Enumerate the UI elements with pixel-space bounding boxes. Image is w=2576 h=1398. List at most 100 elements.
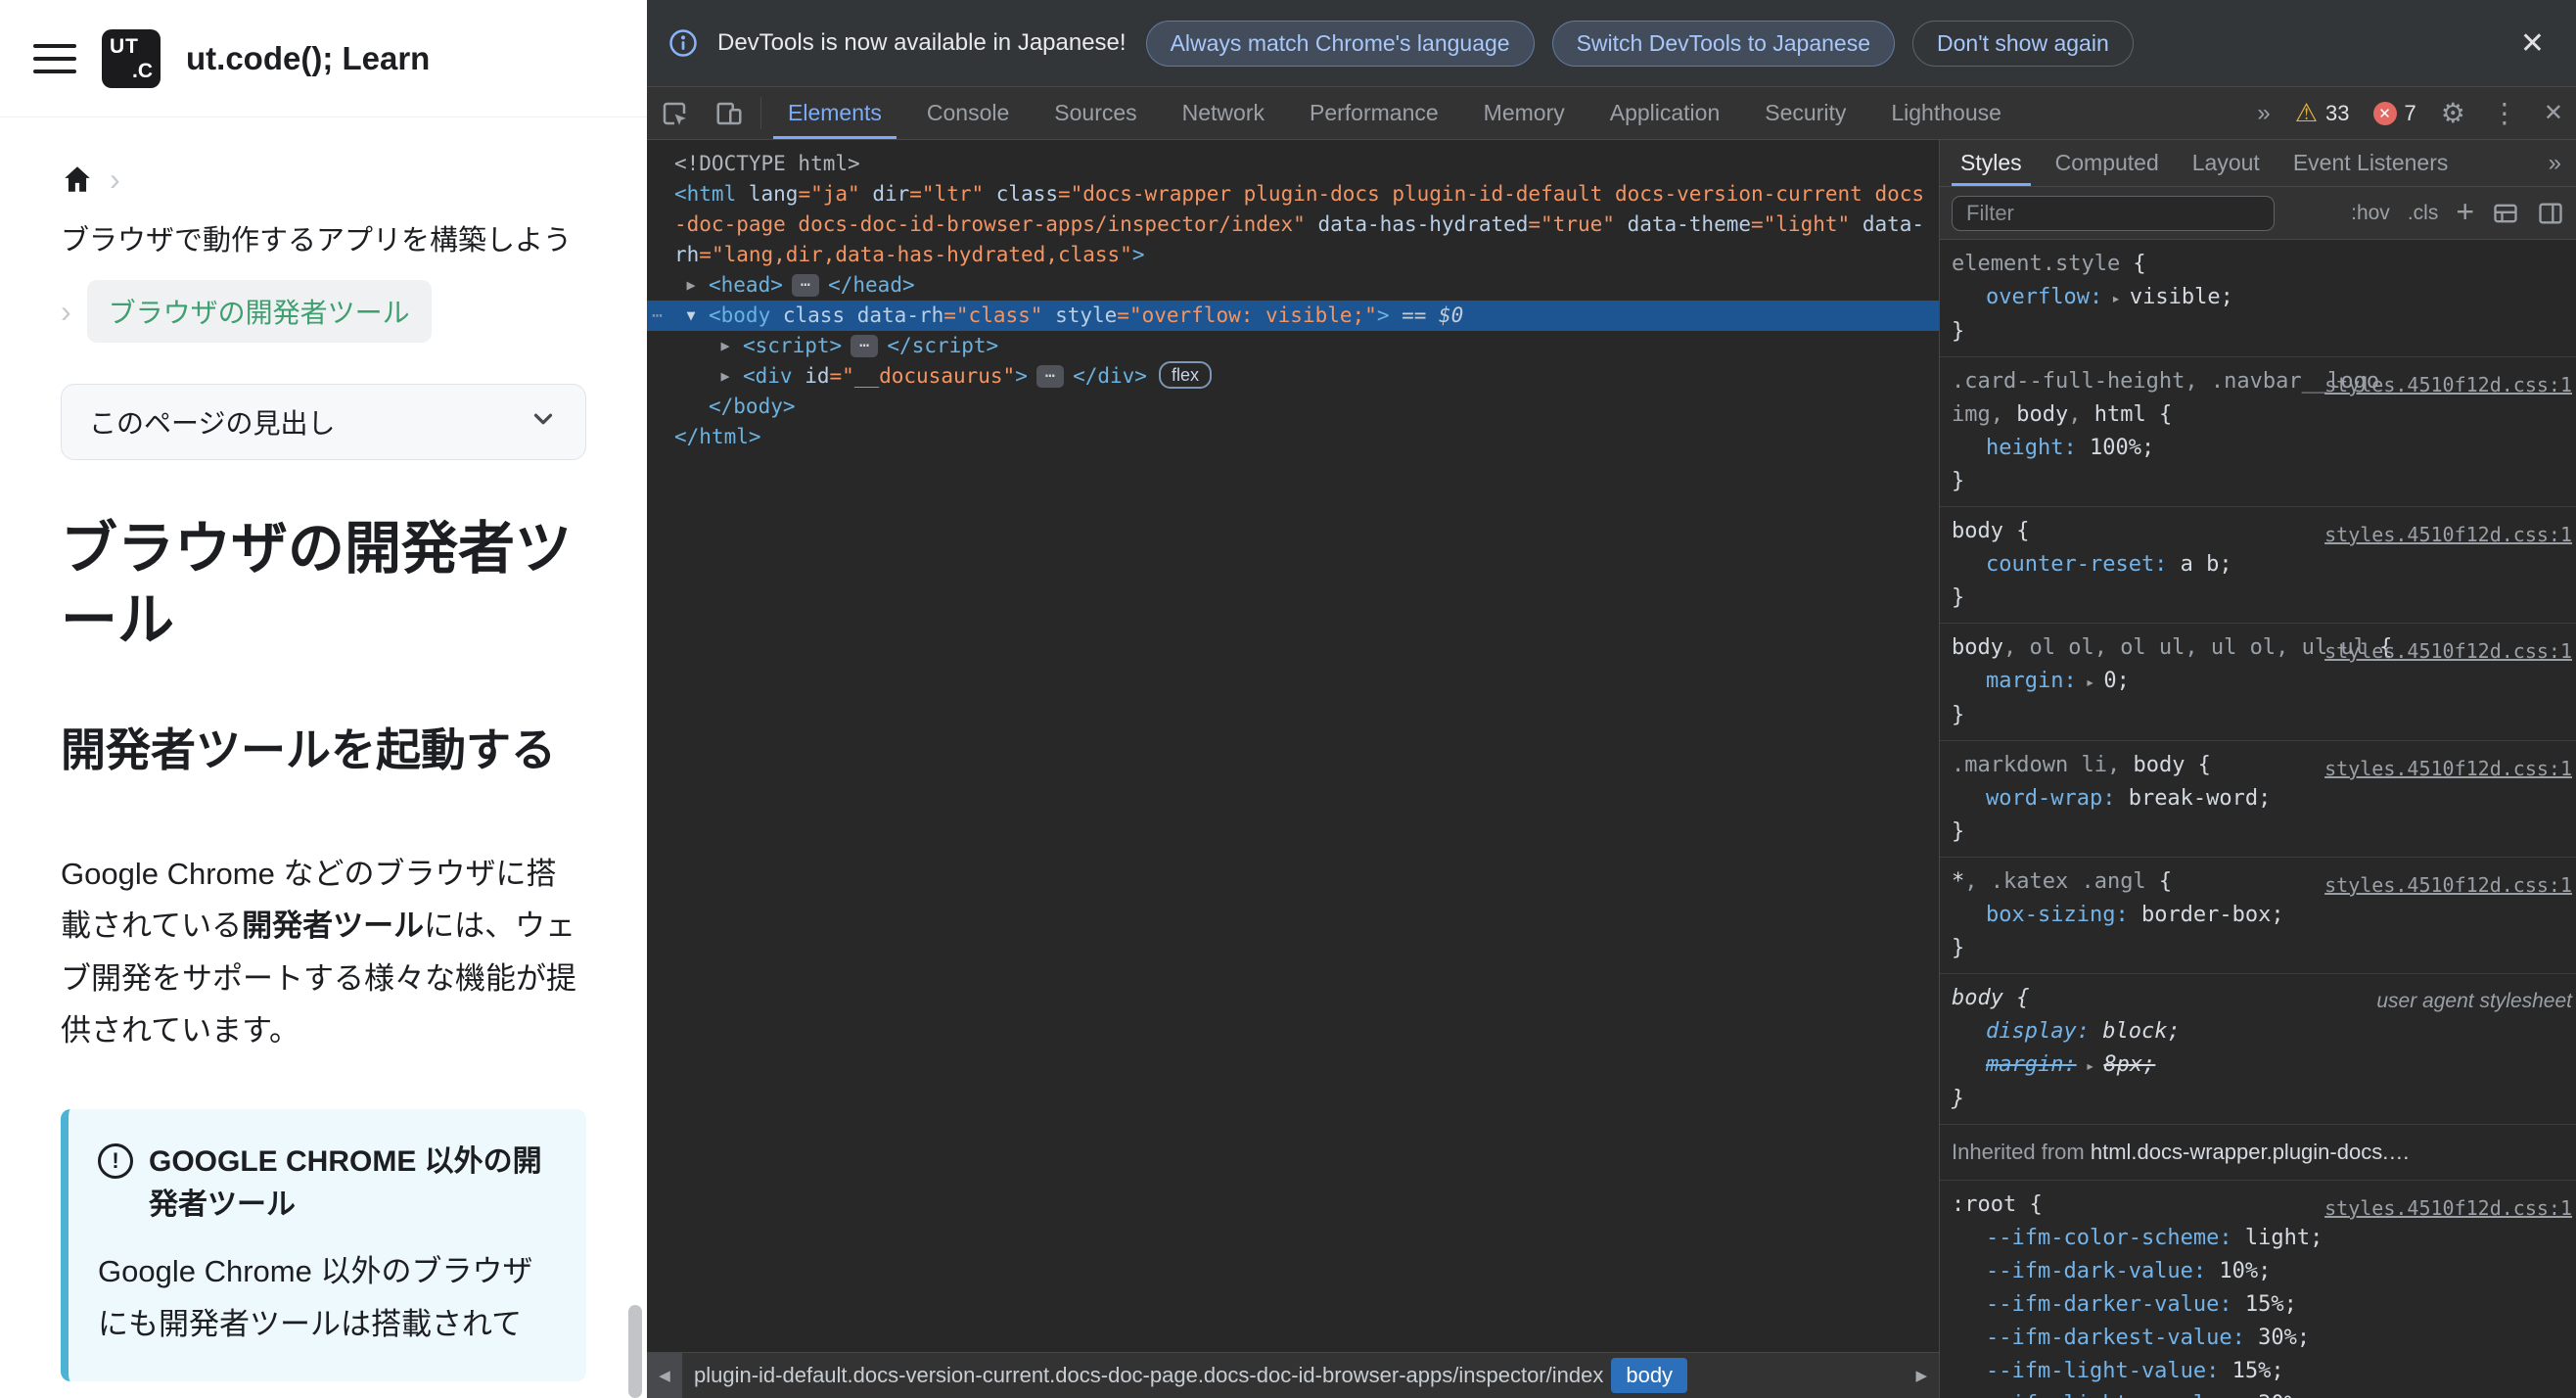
element-classes-button[interactable]: .cls — [2408, 202, 2439, 225]
dom-tree-node[interactable]: <html lang="ja" dir="ltr" class="docs-wr… — [647, 179, 1939, 270]
css-property[interactable]: height: 100%; — [1952, 432, 2570, 465]
breadcrumb-item-active: ブラウザの開発者ツール — [86, 280, 432, 343]
infobar-button-always-match-chrome-s-language[interactable]: Always match Chrome's language — [1145, 20, 1535, 67]
webpage-panel: UT .C ut.code(); Learn › ブラウザで動作するアプリを構築… — [0, 0, 647, 1398]
inherited-node-link[interactable]: html.docs-wrapper.plugin-docs.… — [2091, 1140, 2410, 1164]
infobar-button-switch-devtools-to-japanese[interactable]: Switch DevTools to Japanese — [1551, 20, 1896, 67]
css-property[interactable]: --ifm-color-scheme: light; — [1952, 1222, 2570, 1255]
dom-tree-node[interactable]: <!DOCTYPE html> — [647, 149, 1939, 179]
toggle-element-state-button[interactable]: :hov — [2351, 202, 2390, 225]
css-rule[interactable]: user agent stylesheet body {display: bloc… — [1940, 974, 2576, 1125]
tab-elements[interactable]: Elements — [765, 87, 904, 139]
styles-tab-computed[interactable]: Computed — [2039, 140, 2176, 186]
site-title[interactable]: ut.code(); Learn — [186, 40, 430, 77]
expand-inline-button[interactable]: ⋯ — [791, 274, 820, 297]
expand-shorthand-icon[interactable]: ▸ — [2111, 289, 2121, 307]
tab-lighthouse[interactable]: Lighthouse — [1868, 87, 2024, 139]
stylesheet-link[interactable]: styles.4510f12d.css:1 — [2324, 868, 2572, 902]
flex-badge[interactable]: flex — [1158, 361, 1212, 389]
dom-tree-node[interactable]: ▶ <head> ⋯ </head> — [647, 270, 1939, 301]
css-property[interactable]: margin: ▸ 0; — [1952, 665, 2570, 699]
css-property[interactable]: --ifm-dark-value: 10%; — [1952, 1255, 2570, 1288]
css-property[interactable]: counter-reset: a b; — [1952, 548, 2570, 582]
css-rule[interactable]: styles.4510f12d.css:1 *, .katex .angl {bo… — [1940, 858, 2576, 974]
styles-filter-input[interactable] — [1952, 195, 2275, 231]
css-property[interactable]: box-sizing: border-box; — [1952, 899, 2570, 932]
css-property[interactable]: --ifm-darker-value: 15%; — [1952, 1288, 2570, 1322]
css-property[interactable]: display: block; — [1952, 1015, 2570, 1048]
styles-tab-event-listeners[interactable]: Event Listeners — [2277, 140, 2465, 186]
infobar-message: DevTools is now available in Japanese! — [717, 29, 1127, 56]
expand-arrow-icon[interactable]: ▶ — [713, 331, 738, 361]
css-rule[interactable]: styles.4510f12d.css:1 .card--full-height,… — [1940, 357, 2576, 507]
tab-console[interactable]: Console — [904, 87, 1032, 139]
warnings-indicator[interactable]: ⚠ 33 — [2283, 87, 2362, 139]
css-rule[interactable]: styles.4510f12d.css:1 body {counter-reset… — [1940, 507, 2576, 624]
css-selector[interactable]: element.style { — [1952, 248, 2570, 281]
devtools-tabbar: Elements Console Sources Network Performance… — [647, 87, 2576, 140]
expand-shorthand-icon[interactable]: ▸ — [2086, 673, 2095, 691]
dom-tree-node[interactable]: ▶ <script> ⋯ </script> — [647, 331, 1939, 361]
crumb-scroll-left-button[interactable]: ◀ — [647, 1353, 682, 1398]
device-toolbar-icon[interactable] — [702, 87, 757, 139]
css-rule[interactable]: styles.4510f12d.css:1:root {--ifm-color-… — [1940, 1181, 2576, 1398]
more-tabs-icon[interactable]: » — [2244, 87, 2282, 139]
css-rule[interactable]: styles.4510f12d.css:1 body, ol ol, ol ul,… — [1940, 624, 2576, 741]
css-property[interactable]: --ifm-darkest-value: 30%; — [1952, 1322, 2570, 1355]
more-tabs-icon[interactable]: » — [2534, 140, 2576, 186]
css-property[interactable]: overflow: ▸ visible; — [1952, 281, 2570, 315]
tab-performance[interactable]: Performance — [1287, 87, 1461, 139]
tab-sources[interactable]: Sources — [1032, 87, 1159, 139]
css-property[interactable]: --ifm-light-value: 15%; — [1952, 1355, 2570, 1388]
styles-tab-layout[interactable]: Layout — [2176, 140, 2277, 186]
css-rule[interactable]: styles.4510f12d.css:1 .markdown li, body … — [1940, 741, 2576, 858]
expand-arrow-icon[interactable]: ▶ — [713, 361, 738, 392]
errors-indicator[interactable]: ✕ 7 — [2362, 87, 2428, 139]
node-path[interactable]: plugin-id-default.docs-version-current.d… — [682, 1363, 1607, 1388]
home-icon[interactable] — [61, 163, 94, 196]
toggle-sidebar-icon[interactable] — [2537, 200, 2564, 227]
scrollbar-thumb[interactable] — [628, 1305, 642, 1398]
close-icon[interactable]: ✕ — [2531, 87, 2576, 139]
tab-application[interactable]: Application — [1587, 87, 1743, 139]
settings-gear-icon[interactable]: ⚙ — [2428, 87, 2478, 139]
crumb-scroll-right-icon[interactable]: ▶ — [1904, 1367, 1939, 1384]
inspect-icon[interactable] — [647, 87, 702, 139]
site-logo[interactable]: UT .C — [102, 28, 161, 88]
selected-node-crumb[interactable]: body — [1611, 1358, 1688, 1393]
dom-tree-node[interactable]: </html> — [647, 422, 1939, 452]
rendering-options-icon[interactable] — [2492, 200, 2519, 227]
tab-security[interactable]: Security — [1742, 87, 1868, 139]
menu-button[interactable] — [33, 43, 76, 73]
stylesheet-link[interactable]: styles.4510f12d.css:1 — [2324, 634, 2572, 668]
styles-tab-styles[interactable]: Styles — [1944, 140, 2039, 186]
dom-tree-node[interactable]: ⋯ ▼ <body class data-rh="class" style="ove… — [647, 301, 1939, 331]
stylesheet-link[interactable]: styles.4510f12d.css:1 — [2324, 518, 2572, 551]
css-property[interactable]: margin: ▸ 8px; — [1952, 1048, 2570, 1083]
site-navbar: UT .C ut.code(); Learn — [0, 0, 647, 117]
kebab-menu-icon[interactable]: ⋮ — [2478, 87, 2531, 139]
toc-label: このページの見出し — [89, 408, 336, 439]
toc-collapsible[interactable]: このページの見出し — [61, 384, 586, 460]
dom-tree-node[interactable]: </body> — [647, 392, 1939, 422]
tab-memory[interactable]: Memory — [1461, 87, 1587, 139]
stylesheet-link[interactable]: styles.4510f12d.css:1 — [2324, 1191, 2572, 1225]
breadcrumb-item[interactable]: ブラウザで動作するアプリを構築しよう — [61, 217, 572, 258]
stylesheet-link[interactable]: styles.4510f12d.css:1 — [2324, 752, 2572, 785]
close-icon[interactable]: ✕ — [2510, 26, 2554, 61]
expand-arrow-icon[interactable]: ▶ — [678, 270, 704, 301]
expand-shorthand-icon[interactable]: ▸ — [2086, 1056, 2095, 1075]
new-style-rule-button[interactable]: + — [2456, 196, 2474, 227]
dom-tree-node[interactable]: ▶ <div id="__docusaurus"> ⋯ </div> flex — [647, 361, 1939, 392]
infobar-button-don-t-show-again[interactable]: Don't show again — [1912, 20, 2134, 67]
node-options-icon[interactable]: ⋯ — [652, 301, 663, 331]
collapse-arrow-icon[interactable]: ▼ — [678, 301, 704, 331]
warning-icon: ⚠ — [2294, 98, 2319, 127]
css-rule[interactable]: element.style {overflow: ▸ visible;} — [1940, 240, 2576, 357]
expand-inline-button[interactable]: ⋯ — [1035, 365, 1065, 388]
css-property[interactable]: word-wrap: break-word; — [1952, 782, 2570, 816]
tab-network[interactable]: Network — [1160, 87, 1287, 139]
stylesheet-link[interactable]: styles.4510f12d.css:1 — [2324, 368, 2572, 401]
css-property[interactable]: --ifm-lighter-value: 30%; — [1952, 1388, 2570, 1398]
expand-inline-button[interactable]: ⋯ — [851, 335, 879, 357]
